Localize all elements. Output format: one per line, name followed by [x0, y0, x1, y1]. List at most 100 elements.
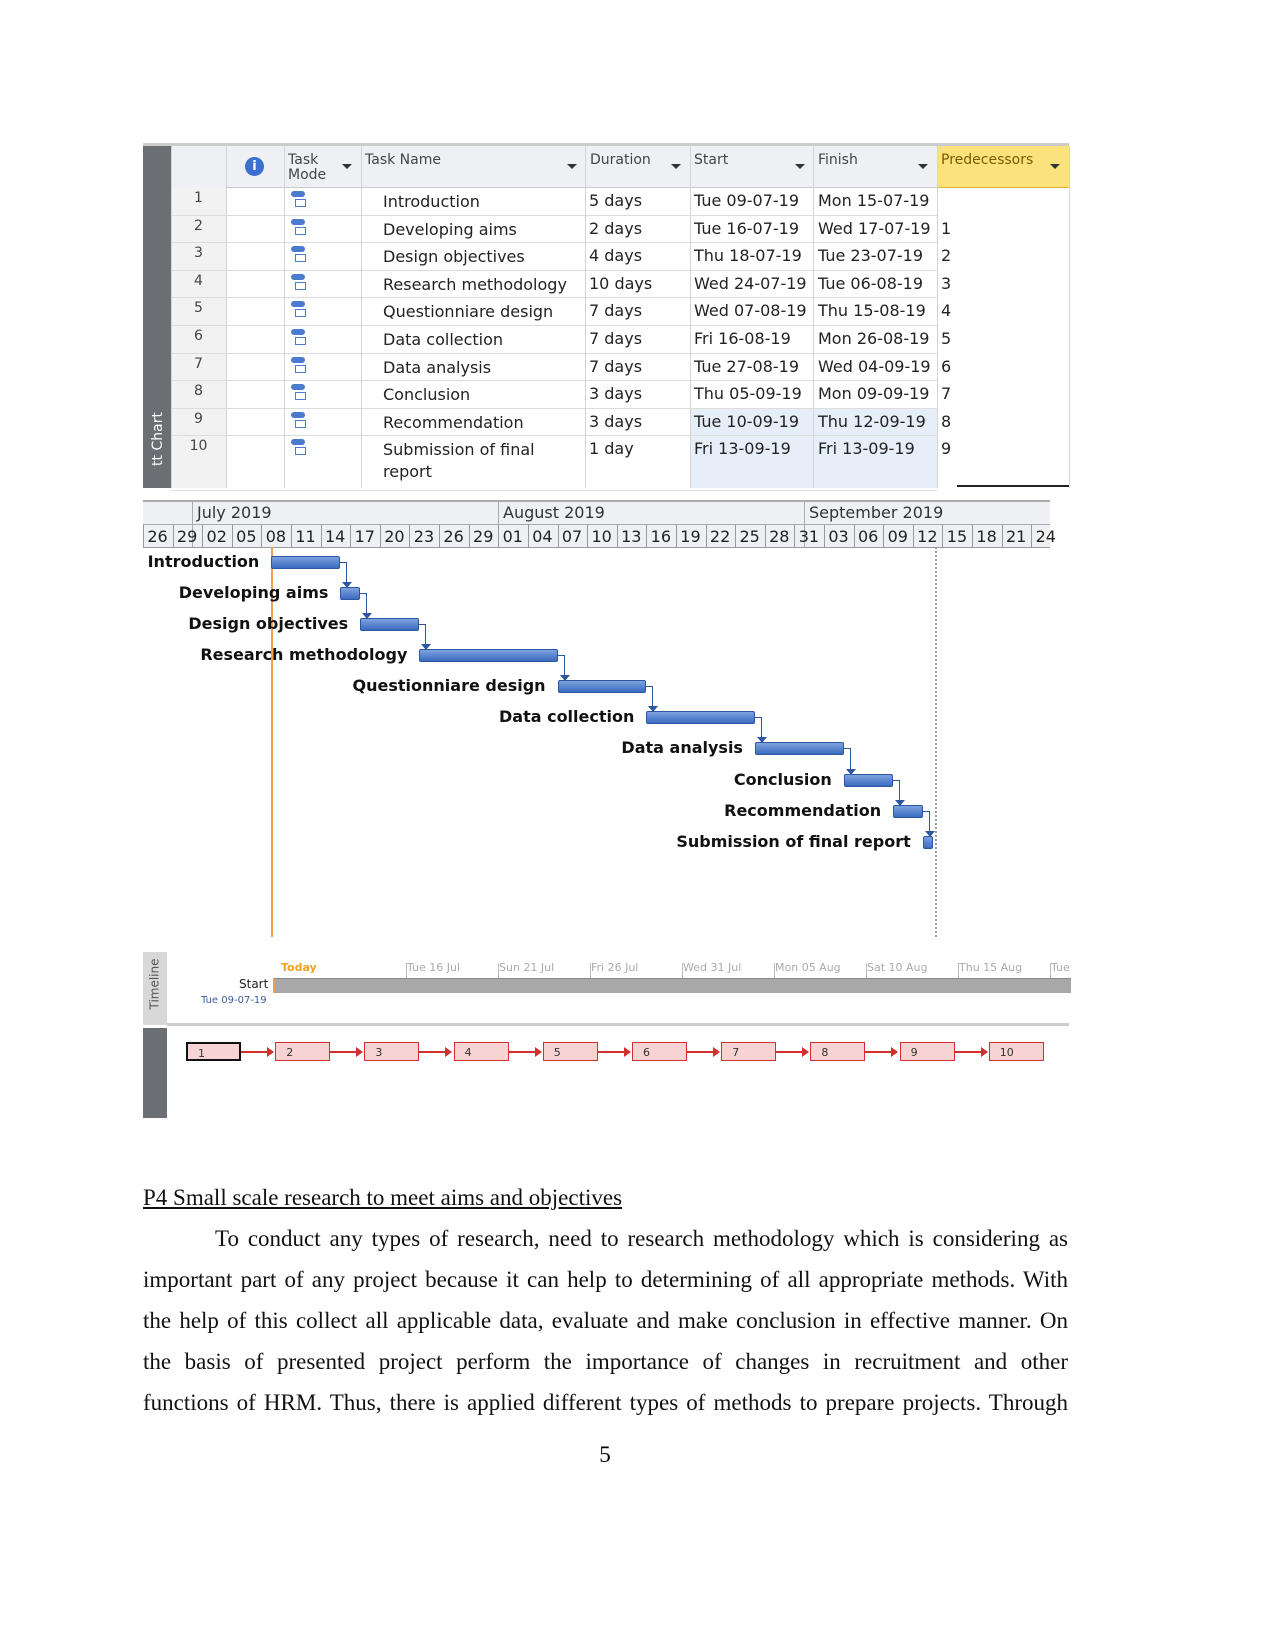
- gantt-bar[interactable]: [646, 711, 755, 724]
- task-name-cell[interactable]: Conclusion: [383, 384, 583, 406]
- dropdown-arrow-icon[interactable]: [1050, 164, 1060, 169]
- task-name-cell[interactable]: Data analysis: [383, 357, 583, 379]
- gantt-bar[interactable]: [419, 649, 558, 662]
- finish-cell[interactable]: Wed 04-09-19: [818, 357, 931, 376]
- table-row[interactable]: 5 Questionniare design 7 days Wed 07-08-19 T…: [171, 297, 1069, 325]
- table-row[interactable]: 4 Research methodology 10 days Wed 24-07-19…: [171, 270, 1069, 298]
- gantt-bar[interactable]: [843, 774, 894, 787]
- finish-cell[interactable]: Tue 06-08-19: [818, 274, 923, 293]
- table-row[interactable]: 2 Developing aims 2 days Tue 16-07-19 Wed 17…: [171, 215, 1069, 243]
- predecessors-cell[interactable]: 2: [941, 246, 951, 265]
- dropdown-arrow-icon[interactable]: [342, 164, 352, 169]
- task-name-cell[interactable]: Developing aims: [383, 219, 583, 241]
- dropdown-arrow-icon[interactable]: [795, 164, 805, 169]
- task-name-cell[interactable]: Design objectives: [383, 246, 583, 268]
- predecessors-cell[interactable]: 6: [941, 357, 951, 376]
- network-node[interactable]: 10: [988, 1042, 1044, 1061]
- duration-cell[interactable]: 5 days: [589, 191, 642, 210]
- table-row[interactable]: 10 Submission of final report 1 day Fri 13-…: [171, 435, 1069, 490]
- start-cell[interactable]: Thu 05-09-19: [694, 384, 802, 403]
- header-duration[interactable]: Duration: [590, 153, 651, 168]
- start-cell[interactable]: Fri 16-08-19: [694, 329, 791, 348]
- gantt-bar[interactable]: [360, 618, 420, 631]
- duration-cell[interactable]: 1 day: [589, 439, 634, 458]
- header-task-mode[interactable]: Task Mode: [288, 153, 328, 183]
- arrow-icon: [980, 1047, 988, 1057]
- duration-cell[interactable]: 7 days: [589, 357, 642, 376]
- finish-cell[interactable]: Mon 09-09-19: [818, 384, 929, 403]
- start-cell[interactable]: Wed 24-07-19: [694, 274, 807, 293]
- duration-cell[interactable]: 2 days: [589, 219, 642, 238]
- network-node[interactable]: 9: [899, 1042, 955, 1061]
- task-name-cell[interactable]: Submission of final report: [383, 439, 583, 483]
- task-name-cell[interactable]: Recommendation: [383, 412, 583, 434]
- gantt-bar[interactable]: [340, 587, 361, 600]
- network-node[interactable]: 1: [186, 1042, 241, 1061]
- table-row[interactable]: 3 Design objectives 4 days Thu 18-07-19 Tue …: [171, 242, 1069, 270]
- start-cell[interactable]: Tue 16-07-19: [694, 219, 799, 238]
- auto-schedule-icon: [291, 273, 307, 292]
- task-name-cell[interactable]: Research methodology: [383, 274, 583, 296]
- duration-cell[interactable]: 7 days: [589, 329, 642, 348]
- table-row[interactable]: 1 Introduction 5 days Tue 09-07-19 Mon 15-07…: [171, 187, 1069, 215]
- task-name-cell[interactable]: Questionniare design: [383, 301, 583, 323]
- start-cell[interactable]: Fri 13-09-19: [694, 439, 791, 458]
- predecessors-cell[interactable]: 3: [941, 274, 951, 293]
- duration-cell[interactable]: 10 days: [589, 274, 652, 293]
- duration-cell[interactable]: 4 days: [589, 246, 642, 265]
- network-node[interactable]: 3: [364, 1042, 420, 1061]
- header-finish[interactable]: Finish: [818, 153, 858, 168]
- network-node[interactable]: 8: [810, 1042, 866, 1061]
- predecessors-cell[interactable]: 7: [941, 384, 951, 403]
- predecessors-cell[interactable]: 5: [941, 329, 951, 348]
- paragraph-line: the help of this collect all applicable …: [143, 1308, 1068, 1333]
- finish-cell[interactable]: Mon 26-08-19: [818, 329, 929, 348]
- gantt-bar[interactable]: [754, 742, 844, 755]
- timeline-bar[interactable]: [273, 978, 1071, 993]
- finish-cell[interactable]: Thu 12-09-19: [818, 412, 926, 431]
- gantt-bar[interactable]: [271, 556, 341, 569]
- finish-cell[interactable]: Tue 23-07-19: [818, 246, 923, 265]
- header-predecessors[interactable]: Predecessors: [941, 153, 1033, 168]
- gantt-bar[interactable]: [893, 805, 923, 818]
- duration-cell[interactable]: 3 days: [589, 412, 642, 431]
- day-label: 04: [532, 527, 553, 546]
- start-cell[interactable]: Wed 07-08-19: [694, 301, 807, 320]
- table-row[interactable]: 8 Conclusion 3 days Thu 05-09-19 Mon 09-09-1…: [171, 380, 1069, 408]
- task-name-cell[interactable]: Data collection: [383, 329, 583, 351]
- finish-cell[interactable]: Thu 15-08-19: [818, 301, 926, 320]
- predecessors-cell[interactable]: 1: [941, 219, 951, 238]
- start-cell[interactable]: Tue 10-09-19: [694, 412, 799, 431]
- predecessors-cell[interactable]: 4: [941, 301, 951, 320]
- start-cell[interactable]: Tue 27-08-19: [694, 357, 799, 376]
- network-node[interactable]: 6: [632, 1042, 687, 1061]
- row-id: 3: [194, 245, 203, 262]
- duration-cell[interactable]: 7 days: [589, 301, 642, 320]
- day-label: 21: [1006, 527, 1027, 546]
- network-node[interactable]: 2: [275, 1042, 331, 1061]
- task-name-cell[interactable]: Introduction: [383, 191, 583, 213]
- table-row[interactable]: 9 Recommendation 3 days Tue 10-09-19 Thu 12-…: [171, 408, 1069, 436]
- network-node[interactable]: 5: [542, 1042, 598, 1061]
- header-task-name[interactable]: Task Name: [365, 153, 441, 168]
- predecessors-cell[interactable]: 8: [941, 412, 951, 431]
- gantt-bar[interactable]: [557, 680, 647, 693]
- table-row[interactable]: 7 Data analysis 7 days Tue 27-08-19 Wed 04-0…: [171, 353, 1069, 381]
- finish-cell[interactable]: Fri 13-09-19: [818, 439, 915, 458]
- duration-cell[interactable]: 3 days: [589, 384, 642, 403]
- predecessors-cell[interactable]: 9: [941, 439, 951, 458]
- start-cell[interactable]: Thu 18-07-19: [694, 246, 802, 265]
- dropdown-arrow-icon[interactable]: [671, 164, 681, 169]
- header-start[interactable]: Start: [694, 153, 728, 168]
- gantt-bar-label: Introduction: [147, 552, 260, 571]
- dropdown-arrow-icon[interactable]: [567, 164, 577, 169]
- gantt-bar[interactable]: [922, 836, 933, 849]
- start-cell[interactable]: Tue 09-07-19: [694, 191, 799, 210]
- dropdown-arrow-icon[interactable]: [918, 164, 928, 169]
- finish-cell[interactable]: Wed 17-07-19: [818, 219, 931, 238]
- finish-cell[interactable]: Mon 15-07-19: [818, 191, 929, 210]
- network-node[interactable]: 4: [453, 1042, 509, 1061]
- network-node[interactable]: 7: [721, 1042, 777, 1061]
- timeline-tick-label: Tue 16 Jul: [407, 961, 461, 974]
- table-row[interactable]: 6 Data collection 7 days Fri 16-08-19 Mon 26…: [171, 325, 1069, 353]
